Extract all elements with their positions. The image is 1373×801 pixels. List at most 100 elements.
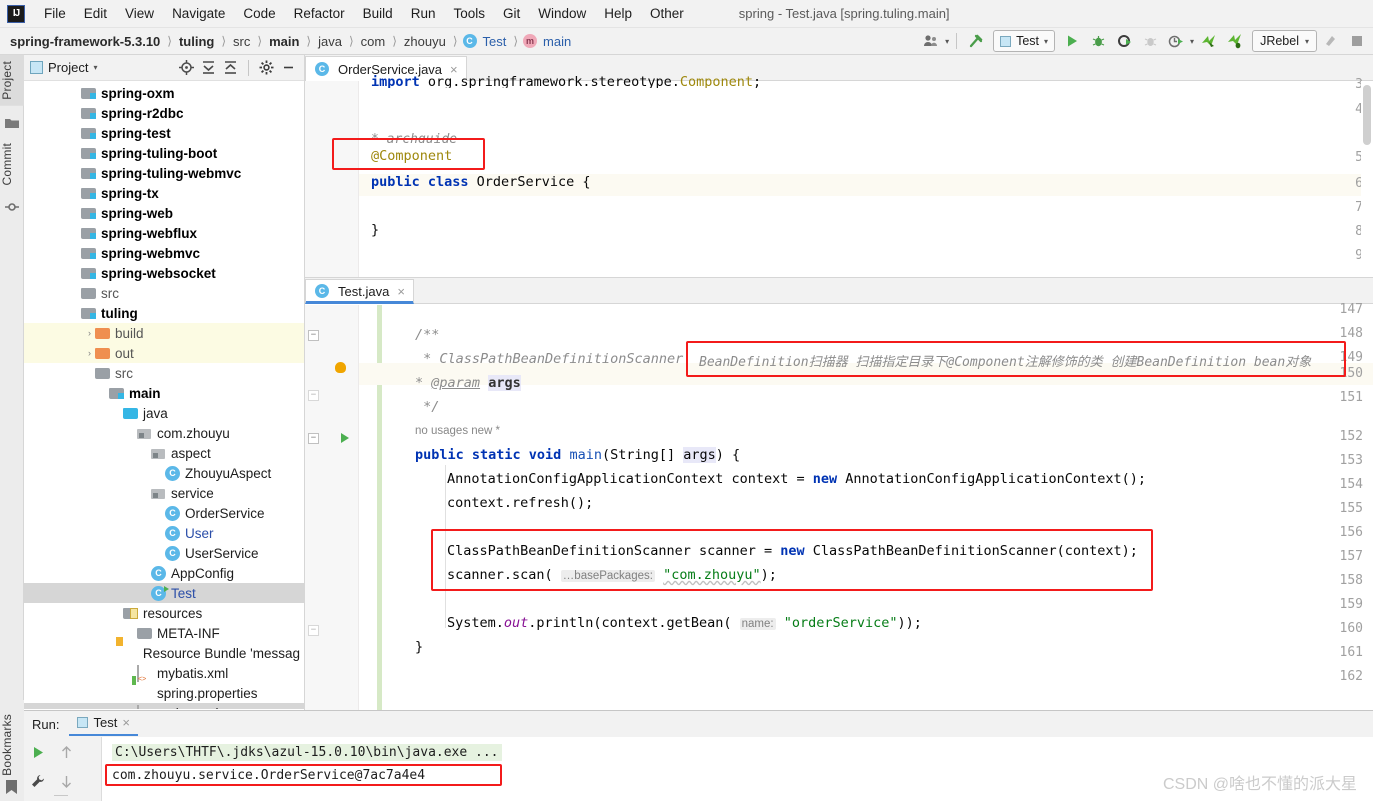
menu-window[interactable]: Window bbox=[529, 3, 595, 24]
project-view-chevron-down-icon[interactable]: ▾ bbox=[93, 63, 97, 72]
breadcrumb-item-main-method[interactable]: main bbox=[541, 34, 573, 49]
code-view-orderservice[interactable]: 3 4 5 6 7 8 9 import org.springframework… bbox=[305, 74, 1373, 277]
breadcrumb-item-src[interactable]: src bbox=[231, 34, 252, 49]
run-icon[interactable] bbox=[1060, 30, 1084, 52]
fold-marker-method[interactable]: − bbox=[308, 433, 319, 444]
fold-marker-javadoc[interactable]: − bbox=[308, 330, 319, 341]
hide-panel-icon[interactable] bbox=[279, 58, 298, 77]
close-icon[interactable]: × bbox=[122, 715, 130, 730]
tree-node-spring-tx[interactable]: spring-tx bbox=[24, 183, 304, 203]
user-avatar-icon[interactable] bbox=[919, 30, 943, 52]
intention-bulb-icon[interactable] bbox=[335, 362, 346, 373]
run-with-coverage-icon[interactable] bbox=[1112, 30, 1136, 52]
menu-file[interactable]: File bbox=[35, 3, 75, 24]
editor-top-scrollbar[interactable] bbox=[1361, 81, 1373, 277]
run-method-gutter-icon[interactable] bbox=[341, 433, 349, 443]
collapse-all-icon[interactable] bbox=[221, 58, 240, 77]
tree-node-spring-oxm[interactable]: spring-oxm bbox=[24, 83, 304, 103]
tree-node-spring-websocket[interactable]: spring-websocket bbox=[24, 263, 304, 283]
inlay-usage-hint[interactable]: no usages new * bbox=[415, 425, 500, 437]
fold-marker-javadoc-end[interactable]: − bbox=[308, 390, 319, 401]
close-icon[interactable]: × bbox=[397, 284, 405, 299]
tab-test-java[interactable]: C Test.java × bbox=[305, 279, 414, 304]
tree-node-userservice[interactable]: C UserService bbox=[24, 543, 304, 563]
tree-node-spring-r2dbc[interactable]: spring-r2dbc bbox=[24, 103, 304, 123]
profiler-chevron-down-icon[interactable]: ▾ bbox=[1190, 37, 1194, 46]
stripe-tab-project[interactable]: Project bbox=[0, 55, 24, 106]
menu-edit[interactable]: Edit bbox=[75, 3, 116, 24]
search-everywhere-icon[interactable] bbox=[1319, 30, 1343, 52]
console-output[interactable]: C:\Users\THTF\.jdks\azul-15.0.10\bin\jav… bbox=[24, 737, 1373, 801]
gear-icon[interactable] bbox=[257, 58, 276, 77]
tree-expand-arrow[interactable]: › bbox=[84, 328, 95, 338]
tree-node-out[interactable]: › out bbox=[24, 343, 304, 363]
tree-node-mybatis-xml[interactable]: mybatis.xml bbox=[24, 663, 304, 683]
tree-node-spring-web[interactable]: spring-web bbox=[24, 203, 304, 223]
tree-node-src[interactable]: src bbox=[24, 363, 304, 383]
tree-node-spring-webmvc[interactable]: spring-webmvc bbox=[24, 243, 304, 263]
menu-code[interactable]: Code bbox=[234, 3, 284, 24]
locate-file-icon[interactable] bbox=[177, 58, 196, 77]
menu-navigate[interactable]: Navigate bbox=[163, 3, 234, 24]
attach-profiler-icon[interactable] bbox=[1164, 30, 1188, 52]
breadcrumb-item-main[interactable]: main bbox=[267, 34, 301, 49]
tree-node-com-zhouyu[interactable]: com.zhouyu bbox=[24, 423, 304, 443]
stop-icon[interactable] bbox=[1345, 30, 1369, 52]
scroll-down-icon[interactable] bbox=[54, 769, 78, 793]
tree-node-spring-xml[interactable]: spring.xml bbox=[24, 703, 304, 709]
tree-node-spring-webflux[interactable]: spring-webflux bbox=[24, 223, 304, 243]
tree-node-user[interactable]: C User bbox=[24, 523, 304, 543]
fold-marker-method-end[interactable]: − bbox=[308, 625, 319, 636]
menu-help[interactable]: Help bbox=[595, 3, 641, 24]
stripe-tab-commit[interactable]: Commit bbox=[0, 137, 24, 192]
debug-icon[interactable] bbox=[1086, 30, 1110, 52]
breadcrumb-item-tuling[interactable]: tuling bbox=[177, 34, 216, 49]
menu-tools[interactable]: Tools bbox=[444, 3, 494, 24]
menu-build[interactable]: Build bbox=[354, 3, 402, 24]
jrebel-run-icon[interactable] bbox=[1196, 30, 1220, 52]
scroll-up-icon[interactable] bbox=[54, 740, 78, 764]
settings-wrench-icon[interactable] bbox=[26, 769, 50, 793]
tree-node-spring-tuling-boot[interactable]: spring-tuling-boot bbox=[24, 143, 304, 163]
breadcrumb-item-com[interactable]: com bbox=[359, 34, 388, 49]
code-view-test[interactable]: 147 148 149 150 151 152 153 154 155 156 … bbox=[305, 302, 1373, 711]
tree-node-resource-bundle-messag[interactable]: Resource Bundle 'messag bbox=[24, 643, 304, 663]
breadcrumb-item-zhouyu[interactable]: zhouyu bbox=[402, 34, 448, 49]
menu-view[interactable]: View bbox=[116, 3, 163, 24]
run-configuration-selector[interactable]: Test ▾ bbox=[993, 30, 1056, 52]
tree-node-spring-properties[interactable]: spring.properties bbox=[24, 683, 304, 703]
hammer-build-icon[interactable] bbox=[964, 30, 988, 52]
menu-run[interactable]: Run bbox=[402, 3, 445, 24]
breadcrumb-item-project[interactable]: spring-framework-5.3.10 bbox=[8, 34, 162, 49]
jrebel-debug-icon[interactable] bbox=[1222, 30, 1246, 52]
stripe-tab-bookmarks[interactable]: Bookmarks bbox=[0, 708, 24, 782]
tree-expand-arrow[interactable]: › bbox=[84, 348, 95, 358]
tree-node-meta-inf[interactable]: META-INF bbox=[24, 623, 304, 643]
tree-node-zhouyuaspect[interactable]: C ZhouyuAspect bbox=[24, 463, 304, 483]
run-tab-test[interactable]: Test × bbox=[69, 712, 138, 736]
tree-node-tuling[interactable]: tuling bbox=[24, 303, 304, 323]
menu-other[interactable]: Other bbox=[641, 3, 693, 24]
breadcrumb-item-java[interactable]: java bbox=[316, 34, 344, 49]
tree-node-test[interactable]: C Test bbox=[24, 583, 304, 603]
tree-node-java[interactable]: java bbox=[24, 403, 304, 423]
tree-node-src[interactable]: src bbox=[24, 283, 304, 303]
tree-node-aspect[interactable]: aspect bbox=[24, 443, 304, 463]
tree-node-main[interactable]: main bbox=[24, 383, 304, 403]
tree-node-spring-test[interactable]: spring-test bbox=[24, 123, 304, 143]
scrollbar-thumb[interactable] bbox=[1363, 85, 1371, 145]
tree-node-spring-tuling-webmvc[interactable]: spring-tuling-webmvc bbox=[24, 163, 304, 183]
jrebel-selector[interactable]: JRebel ▾ bbox=[1252, 30, 1317, 52]
breadcrumb-item-test[interactable]: Test bbox=[481, 34, 509, 49]
tree-node-service[interactable]: service bbox=[24, 483, 304, 503]
project-tree[interactable]: spring-oxm spring-r2dbc spring-test spring-… bbox=[24, 81, 304, 709]
tree-node-appconfig[interactable]: C AppConfig bbox=[24, 563, 304, 583]
menu-refactor[interactable]: Refactor bbox=[285, 3, 354, 24]
rerun-icon[interactable] bbox=[26, 740, 50, 764]
tree-node-resources[interactable]: resources bbox=[24, 603, 304, 623]
profiler-icon[interactable] bbox=[1138, 30, 1162, 52]
avatar-chevron-down-icon[interactable]: ▾ bbox=[945, 37, 949, 46]
menu-git[interactable]: Git bbox=[494, 3, 529, 24]
tree-node-build[interactable]: › build bbox=[24, 323, 304, 343]
tree-node-orderservice[interactable]: C OrderService bbox=[24, 503, 304, 523]
